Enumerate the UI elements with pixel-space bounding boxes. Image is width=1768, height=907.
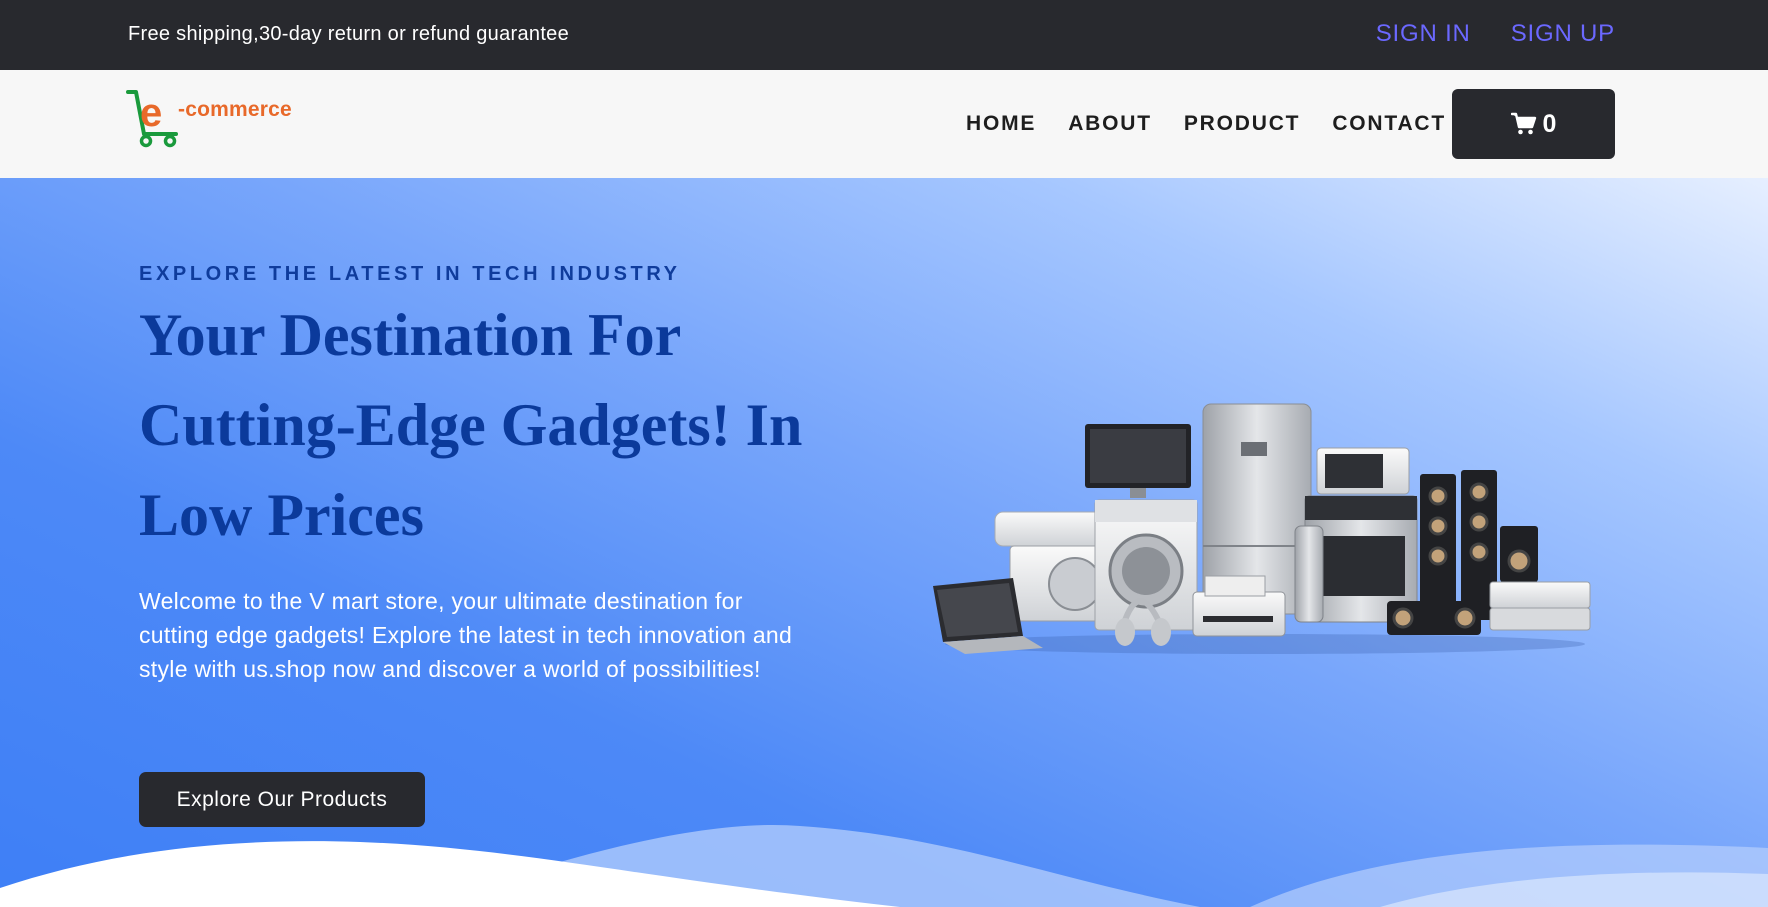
hero-description: Welcome to the V mart store, your ultima… <box>139 588 793 682</box>
sign-up-link[interactable]: SIGN UP <box>1511 20 1615 48</box>
top-bar: Free shipping,30-day return or refund gu… <box>0 0 1768 70</box>
hero-wave-divider <box>0 824 1768 907</box>
cart-logo-icon: e <box>126 90 178 148</box>
nav-about[interactable]: ABOUT <box>1068 112 1152 136</box>
nav-links: HOME ABOUT PRODUCT CONTACT <box>966 112 1446 136</box>
hero-eyebrow: EXPLORE THE LATEST IN TECH INDUSTRY <box>139 263 681 285</box>
nav-contact[interactable]: CONTACT <box>1332 112 1446 136</box>
promo-text: Free shipping,30-day return or refund gu… <box>128 23 570 45</box>
nav-home[interactable]: HOME <box>966 112 1036 136</box>
logo-wordmark: -commerce <box>178 98 292 121</box>
hero-headline: Your Destination For Cutting-Edge Gadget… <box>139 302 803 548</box>
auth-links: SIGN IN SIGN UP <box>1376 20 1615 48</box>
main-navbar: e -commerce HOME ABOUT PRODUCT CONTACT 0 <box>0 70 1768 178</box>
cart-count: 0 <box>1542 109 1557 138</box>
ecommerce-logo[interactable]: e -commerce <box>126 88 306 148</box>
hero-section: EXPLORE THE LATEST IN TECH INDUSTRY Your… <box>0 178 1768 907</box>
nav-product[interactable]: PRODUCT <box>1184 112 1300 136</box>
shopping-cart-icon <box>1510 112 1536 135</box>
home-appliances-electronics-image <box>933 403 1591 654</box>
cart-button[interactable]: 0 <box>1452 89 1615 159</box>
sign-in-link[interactable]: SIGN IN <box>1376 20 1471 48</box>
svg-text:e: e <box>140 91 162 135</box>
